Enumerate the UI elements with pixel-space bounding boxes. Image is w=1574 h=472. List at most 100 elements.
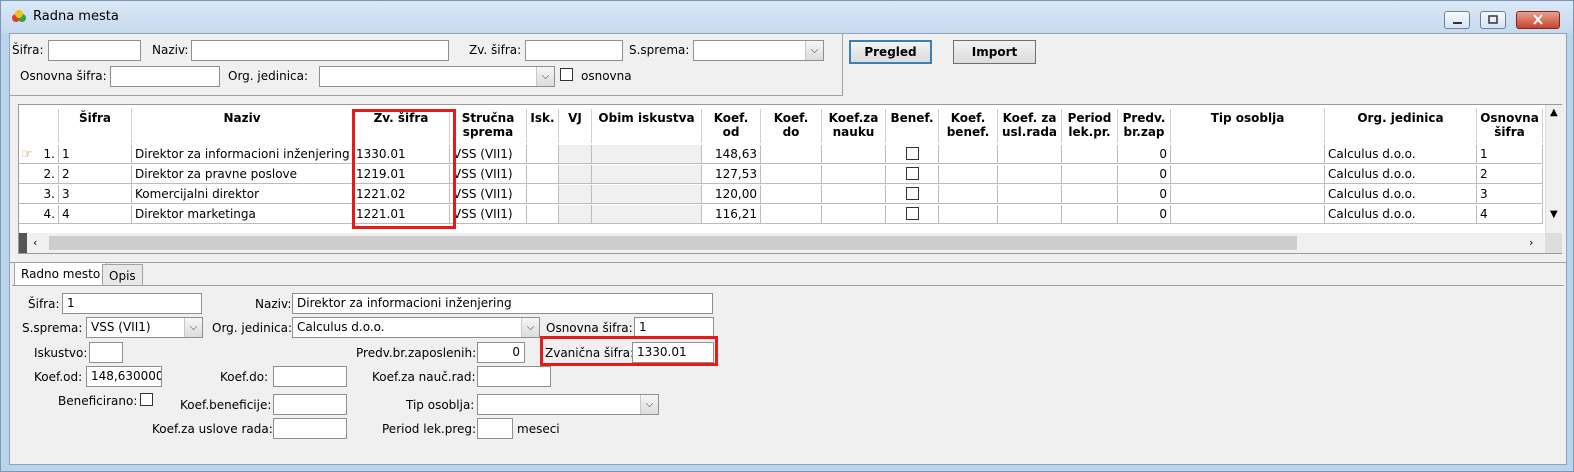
cell-predv[interactable]: 0 (1118, 185, 1171, 204)
cell-empty[interactable] (939, 165, 998, 184)
chevron-down-icon[interactable]: ⌵ (805, 41, 823, 60)
close-button[interactable] (1516, 11, 1560, 29)
cell-empty[interactable] (761, 185, 822, 204)
col-header-sifra[interactable]: Šifra (59, 109, 132, 143)
detail-sifra-input[interactable]: 1 (62, 293, 202, 314)
cell-empty[interactable] (761, 165, 822, 184)
scroll-up-icon[interactable]: ▲ (1550, 107, 1558, 118)
col-header-koef-za-nauku[interactable]: Koef.za nauku (822, 109, 886, 143)
cell-empty[interactable] (939, 185, 998, 204)
cell-empty[interactable] (592, 145, 702, 164)
col-header-osnovna-sifra[interactable]: Osnovna šifra (1477, 109, 1543, 143)
detail-org-select[interactable]: Calculus d.o.o. ⌵ (292, 317, 540, 338)
cell-empty[interactable] (998, 145, 1062, 164)
cell-osn[interactable]: 3 (1477, 185, 1543, 204)
detail-tip-select[interactable]: ⌵ (477, 394, 659, 415)
cell-org[interactable]: Calculus d.o.o. (1325, 145, 1477, 164)
pregled-button[interactable]: Pregled (849, 40, 932, 64)
cell-empty[interactable] (1062, 145, 1118, 164)
detail-koef-do-input[interactable] (273, 366, 347, 387)
cell-predv[interactable]: 0 (1118, 165, 1171, 184)
detail-iskustvo-input[interactable] (89, 342, 123, 363)
col-header-koef-od[interactable]: Koef. od (702, 109, 761, 143)
col-header-isk[interactable]: Isk. (527, 109, 559, 143)
cell-empty[interactable] (998, 185, 1062, 204)
cell-empty[interactable] (559, 145, 592, 164)
cell-empty[interactable] (1062, 165, 1118, 184)
cell-empty[interactable] (527, 205, 559, 224)
cell-empty[interactable] (592, 185, 702, 204)
cell-empty[interactable] (822, 205, 886, 224)
cell-sifra[interactable]: 1 (59, 145, 132, 164)
minimize-button[interactable] (1444, 11, 1470, 29)
cell-sprema[interactable]: VSS (VII1) (450, 185, 527, 204)
cell-predv[interactable]: 0 (1118, 145, 1171, 164)
cell-empty[interactable] (1171, 185, 1325, 204)
scroll-right-icon[interactable]: › (1529, 236, 1533, 249)
chevron-down-icon[interactable]: ⌵ (640, 395, 658, 414)
row-number[interactable]: 2. (19, 165, 59, 184)
benef-cell[interactable] (886, 165, 939, 184)
cell-empty[interactable] (527, 145, 559, 164)
chevron-down-icon[interactable]: ⌵ (536, 67, 554, 86)
chevron-down-icon[interactable]: ⌵ (184, 318, 202, 337)
benef-cell[interactable] (886, 205, 939, 224)
cell-empty[interactable] (761, 205, 822, 224)
chevron-down-icon[interactable]: ⌵ (521, 318, 539, 337)
cell-empty[interactable] (822, 165, 886, 184)
cell-naziv[interactable]: Direktor marketinga (132, 205, 353, 224)
col-header-koef-benef[interactable]: Koef. benef. (939, 109, 998, 143)
scroll-left-icon[interactable]: ‹ (33, 236, 37, 249)
maximize-button[interactable] (1480, 11, 1506, 29)
detail-predv-input[interactable]: 0 (477, 342, 525, 363)
cell-sprema[interactable]: VSS (VII1) (450, 165, 527, 184)
cell-org[interactable]: Calculus d.o.o. (1325, 185, 1477, 204)
col-header-benef[interactable]: Benef. (886, 109, 939, 143)
cell-org[interactable]: Calculus d.o.o. (1325, 165, 1477, 184)
cell-empty[interactable] (527, 185, 559, 204)
cell-empty[interactable] (939, 145, 998, 164)
cell-sifra[interactable]: 3 (59, 185, 132, 204)
cell-koef_od[interactable]: 116,21 (702, 205, 761, 224)
filter-sifra-input[interactable] (48, 40, 141, 61)
cell-empty[interactable] (559, 205, 592, 224)
beneficirano-checkbox[interactable] (140, 393, 153, 406)
cell-sprema[interactable]: VSS (VII1) (450, 205, 527, 224)
benef-checkbox[interactable] (906, 147, 919, 160)
row-number[interactable]: 3. (19, 185, 59, 204)
cell-naziv[interactable]: Direktor za pravne poslove (132, 165, 353, 184)
tab-opis[interactable]: Opis (102, 264, 143, 286)
cell-sifra[interactable]: 2 (59, 165, 132, 184)
col-header-strucna-sprema[interactable]: Stručna sprema (450, 109, 527, 143)
benef-checkbox[interactable] (906, 207, 919, 220)
detail-koef-usl-input[interactable] (273, 418, 347, 439)
cell-osn[interactable]: 2 (1477, 165, 1543, 184)
benef-cell[interactable] (886, 145, 939, 164)
import-button[interactable]: Import (953, 40, 1036, 64)
cell-empty[interactable] (559, 185, 592, 204)
benef-cell[interactable] (886, 185, 939, 204)
cell-osn[interactable]: 4 (1477, 205, 1543, 224)
tab-radno-mesto[interactable]: Radno mesto (14, 262, 108, 286)
cell-osn[interactable]: 1 (1477, 145, 1543, 164)
cell-empty[interactable] (1171, 165, 1325, 184)
cell-koef_od[interactable]: 127,53 (702, 165, 761, 184)
horizontal-scrollbar[interactable]: ‹ › (19, 233, 1545, 253)
benef-checkbox[interactable] (906, 187, 919, 200)
cell-empty[interactable] (559, 165, 592, 184)
scroll-down-icon[interactable]: ▼ (1550, 209, 1558, 220)
cell-empty[interactable] (1171, 205, 1325, 224)
cell-sifra[interactable]: 4 (59, 205, 132, 224)
cell-koef_od[interactable]: 120,00 (702, 185, 761, 204)
detail-osnovna-sifra-input[interactable]: 1 (634, 317, 714, 338)
filter-ssprema-select[interactable]: ⌵ (693, 40, 824, 61)
col-header-koef-usl-rada[interactable]: Koef. za usl.rada (998, 109, 1062, 143)
detail-koef-nauc-input[interactable] (477, 366, 551, 387)
row-number[interactable]: 4. (19, 205, 59, 224)
detail-period-input[interactable] (477, 418, 513, 439)
col-header-tip-osoblja[interactable]: Tip osoblja (1171, 109, 1325, 143)
detail-naziv-input[interactable]: Direktor za informacioni inženjering (292, 293, 713, 314)
cell-empty[interactable] (822, 145, 886, 164)
osnovna-checkbox[interactable] (560, 68, 573, 81)
cell-org[interactable]: Calculus d.o.o. (1325, 205, 1477, 224)
